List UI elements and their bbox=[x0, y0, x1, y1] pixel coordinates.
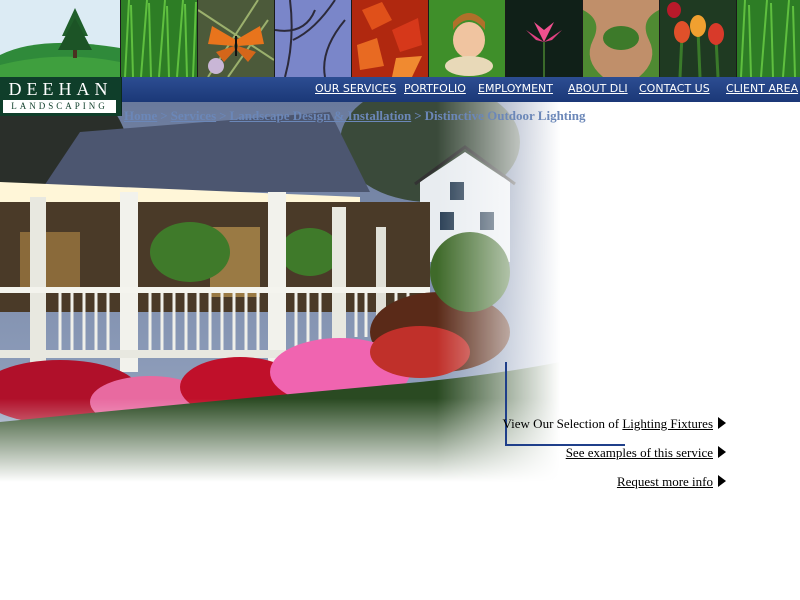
grass-photo bbox=[737, 0, 800, 77]
nav-employment[interactable]: EMPLOYMENT bbox=[478, 82, 553, 95]
butterfly-photo bbox=[198, 0, 274, 77]
request-info-row: Request more info bbox=[617, 474, 726, 490]
tree-hill-photo bbox=[0, 0, 120, 77]
grass-photo bbox=[121, 0, 197, 77]
garden-path-photo bbox=[583, 0, 659, 77]
branches-photo bbox=[275, 0, 351, 77]
tulips-photo bbox=[660, 0, 736, 77]
site-logo[interactable]: DEEHAN LANDSCAPING bbox=[0, 77, 122, 116]
breadcrumb-landscape-design[interactable]: Landscape Design & Installation bbox=[230, 108, 412, 123]
header-photo-strip bbox=[0, 0, 800, 77]
breadcrumb-services[interactable]: Services bbox=[171, 108, 216, 123]
accent-line bbox=[505, 362, 507, 446]
breadcrumb-separator: > bbox=[219, 108, 227, 123]
see-examples-link[interactable]: See examples of this service bbox=[566, 445, 713, 460]
nav-contact-us[interactable]: CONTACT US bbox=[639, 82, 710, 95]
hero-house-photo bbox=[0, 72, 560, 482]
fixtures-prefix-text: View Our Selection of bbox=[502, 416, 623, 431]
lighting-fixtures-row: View Our Selection of Lighting Fixtures bbox=[503, 416, 726, 432]
child-on-grass-photo bbox=[429, 0, 505, 77]
nav-portfolio[interactable]: PORTFOLIO bbox=[404, 82, 466, 95]
red-leaves-photo bbox=[352, 0, 428, 77]
logo-name: DEEHAN bbox=[8, 79, 113, 99]
nav-our-services[interactable]: OUR SERVICES bbox=[315, 82, 396, 95]
breadcrumb-home[interactable]: Home bbox=[124, 108, 157, 123]
arrow-right-icon bbox=[718, 417, 726, 429]
logo-tagline: LANDSCAPING bbox=[3, 100, 116, 113]
arrow-right-icon bbox=[718, 446, 726, 458]
lighting-fixtures-link[interactable]: Lighting Fixtures bbox=[622, 416, 713, 431]
breadcrumb-separator: > bbox=[160, 108, 168, 123]
breadcrumb-separator: > bbox=[414, 108, 422, 123]
breadcrumb: Home > Services > Landscape Design & Install… bbox=[124, 108, 585, 124]
nav-about-dli[interactable]: ABOUT DLI bbox=[568, 82, 628, 95]
request-info-link[interactable]: Request more info bbox=[617, 474, 713, 489]
arrow-right-icon bbox=[718, 475, 726, 487]
nav-client-area[interactable]: CLIENT AREA bbox=[726, 82, 798, 95]
water-lily-photo bbox=[506, 0, 582, 77]
examples-row: See examples of this service bbox=[566, 445, 726, 461]
breadcrumb-current: Distinctive Outdoor Lighting bbox=[424, 108, 586, 123]
